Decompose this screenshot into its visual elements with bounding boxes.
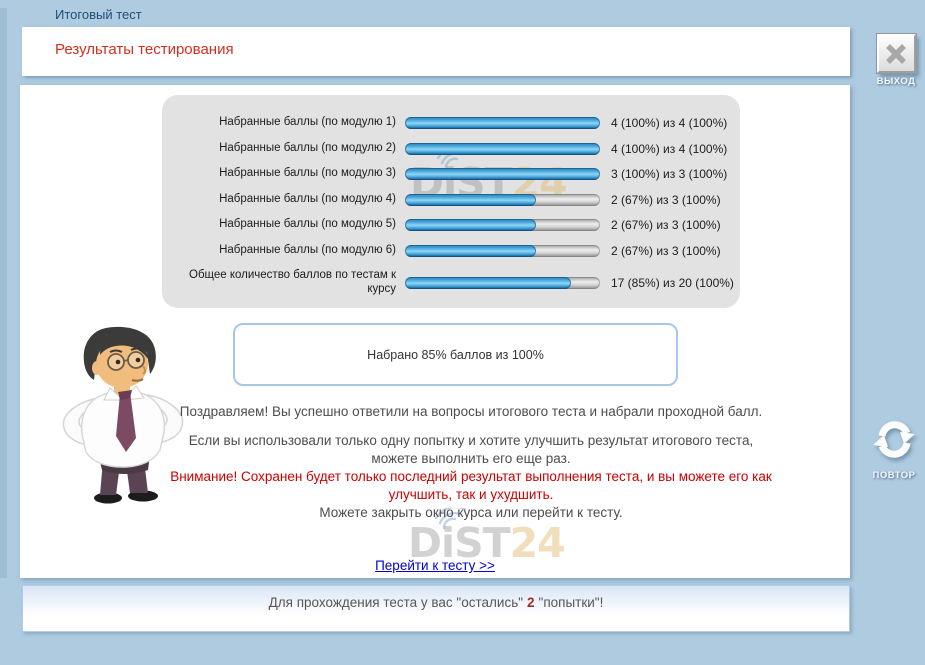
progress-bar xyxy=(405,194,600,206)
progress-bar xyxy=(405,143,600,155)
progress-bar-fill xyxy=(405,219,536,231)
retry-hint-text: Если вы использовали только одну попытку… xyxy=(165,432,777,468)
score-row-label: Набранные баллы (по модулю 4) xyxy=(180,193,405,207)
application-window: Итоговый тест Результаты тестирования На… xyxy=(0,0,925,665)
score-row-value: 2 (67%) из 3 (100%) xyxy=(611,244,721,258)
go-to-test-link[interactable]: Перейти к тесту >> xyxy=(375,558,495,573)
score-row-value: 4 (100%) из 4 (100%) xyxy=(611,116,727,130)
progress-bar xyxy=(405,117,600,129)
score-row-label: Набранные баллы (по модулю 1) xyxy=(180,116,405,130)
page-title: Результаты тестирования xyxy=(55,41,234,58)
progress-bar-fill xyxy=(405,117,600,129)
exit-button[interactable]: ВЫХОД xyxy=(868,34,924,87)
score-row-value: 17 (85%) из 20 (100%) xyxy=(611,276,734,290)
score-row-label: Набранные баллы (по модулю 5) xyxy=(180,218,405,232)
attempts-text-prefix: Для прохождения теста у вас "остались" xyxy=(269,595,523,631)
score-summary-box: Набрано 85% баллов из 100% xyxy=(233,323,678,386)
congrats-text: Поздравляем! Вы успешно ответили на вопр… xyxy=(165,403,777,421)
window-edge-strip xyxy=(0,8,7,578)
progress-bar xyxy=(405,245,600,257)
score-row: Набранные баллы (по модулю 6) 2 (67%) из… xyxy=(180,244,740,258)
score-row-label: Набранные баллы (по модулю 6) xyxy=(180,244,405,258)
score-row: Набранные баллы (по модулю 1) 4 (100%) и… xyxy=(180,116,740,130)
go-to-test-link-row: Перейти к тесту >> xyxy=(20,557,850,575)
score-row: Общее количество баллов по тестам к курс… xyxy=(180,269,740,297)
progress-bar xyxy=(405,168,600,180)
score-row: Набранные баллы (по модулю 4) 2 (67%) из… xyxy=(180,193,740,207)
score-row-value: 2 (67%) из 3 (100%) xyxy=(611,218,721,232)
close-icon xyxy=(877,34,916,73)
progress-bar xyxy=(405,277,600,289)
close-hint-text: Можете закрыть окно курса или перейти к … xyxy=(165,504,777,522)
refresh-icon xyxy=(869,416,919,462)
attempts-bar: Для прохождения теста у вас "остались" 2… xyxy=(22,585,850,632)
score-row: Набранные баллы (по модулю 3) 3 (100%) и… xyxy=(180,167,740,181)
progress-bar-fill xyxy=(405,143,600,155)
progress-bar xyxy=(405,219,600,231)
score-row-value: 2 (67%) из 3 (100%) xyxy=(611,193,721,207)
progress-bar-fill xyxy=(405,194,536,206)
score-row-label: Набранные баллы (по модулю 3) xyxy=(180,167,405,181)
score-row: Набранные баллы (по модулю 5) 2 (67%) из… xyxy=(180,218,740,232)
score-row-value: 4 (100%) из 4 (100%) xyxy=(611,142,727,156)
score-rows: Набранные баллы (по модулю 1) 4 (100%) и… xyxy=(180,116,740,297)
repeat-button-label: ПОВТОР xyxy=(866,470,922,481)
attempts-text-suffix: "попытки"! xyxy=(539,595,604,631)
repeat-button[interactable]: ПОВТОР xyxy=(866,416,922,481)
score-row-label: Общее количество баллов по тестам к курс… xyxy=(180,269,405,297)
attempts-count: 2 xyxy=(523,595,539,631)
result-messages: Поздравляем! Вы успешно ответили на вопр… xyxy=(165,403,777,522)
window-title: Итоговый тест xyxy=(55,7,142,22)
header-panel: Результаты тестирования xyxy=(22,27,850,76)
exit-button-label: ВЫХОД xyxy=(868,76,924,87)
score-row-value: 3 (100%) из 3 (100%) xyxy=(611,167,727,181)
content-panel: Набранные баллы (по модулю 1) 4 (100%) и… xyxy=(20,85,850,578)
progress-bar-fill xyxy=(405,245,536,257)
progress-bar-fill xyxy=(405,277,571,289)
progress-bar-fill xyxy=(405,168,600,180)
warning-text: Внимание! Сохранен будет только последни… xyxy=(165,468,777,504)
score-row-label: Набранные баллы (по модулю 2) xyxy=(180,142,405,156)
score-summary-text: Набрано 85% баллов из 100% xyxy=(367,348,544,362)
score-row: Набранные баллы (по модулю 2) 4 (100%) и… xyxy=(180,142,740,156)
results-panel: Набранные баллы (по модулю 1) 4 (100%) и… xyxy=(162,95,740,308)
